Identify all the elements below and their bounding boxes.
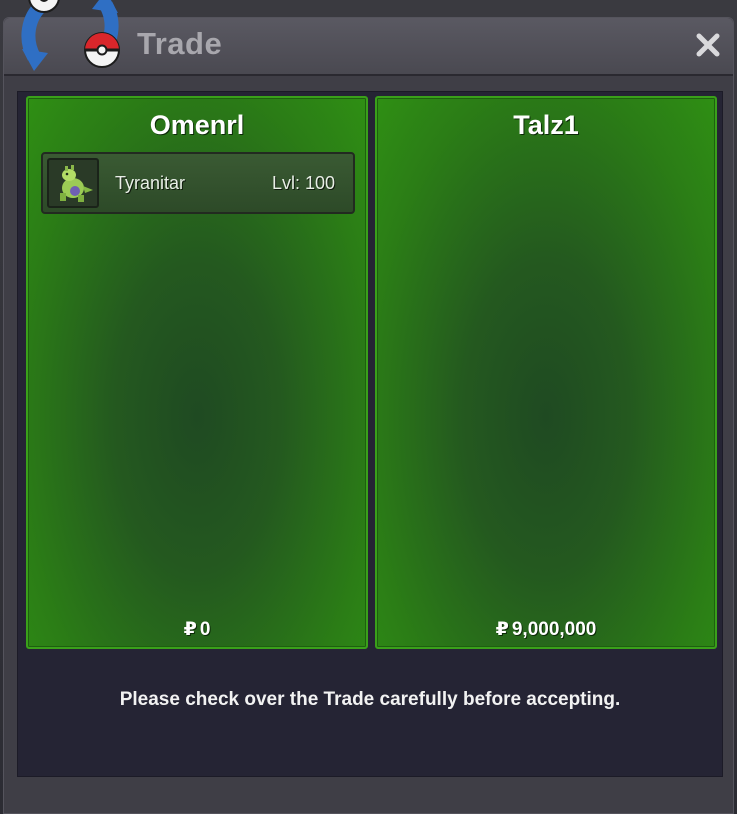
- trade-window: Trade Omenrl Tyranitar Lvl: 100 ₽ 0 Talz…: [3, 17, 734, 814]
- left-player-name: Omenrl: [149, 110, 245, 140]
- left-offer-panel: Omenrl Tyranitar Lvl: 100 ₽ 0: [26, 96, 368, 649]
- currency-symbol: ₽: [495, 619, 509, 640]
- offered-pokemon-item[interactable]: Tyranitar Lvl: 100: [41, 152, 355, 214]
- pokemon-name: Tyranitar: [115, 173, 186, 193]
- window-footer: [4, 777, 733, 813]
- tyranitar-sprite-icon: [47, 158, 99, 208]
- screen: Trade Omenrl Tyranitar Lvl: 100 ₽ 0 Talz…: [0, 0, 737, 814]
- left-money-value: 0: [199, 619, 211, 640]
- pokemon-level: Lvl: 100: [271, 173, 335, 193]
- right-offer-panel: Talz1 ₽9,000,000: [375, 96, 717, 649]
- left-money: ₽0: [28, 618, 366, 641]
- trade-pokeball-icon: [21, 0, 120, 71]
- currency-symbol: ₽: [183, 619, 197, 640]
- close-icon[interactable]: [693, 30, 723, 60]
- right-money: ₽9,000,000: [377, 618, 715, 641]
- window-title: Trade: [137, 26, 223, 61]
- right-player-name: Talz1: [513, 110, 579, 140]
- trade-notice: Please check over the Trade carefully be…: [119, 689, 621, 710]
- right-money-value: 9,000,000: [511, 619, 597, 640]
- trade-content: Omenrl Tyranitar Lvl: 100 ₽ 0 Talz1 ₽ 9,…: [17, 91, 723, 777]
